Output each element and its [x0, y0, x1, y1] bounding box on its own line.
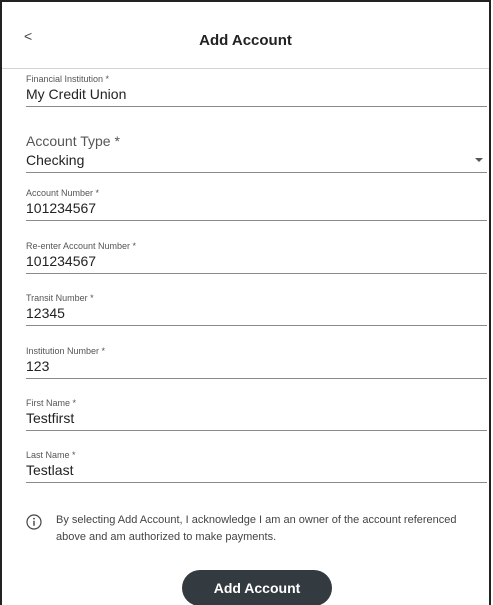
header: < Add Account [2, 2, 489, 69]
info-icon [26, 514, 42, 530]
account-type-label: Account Type * [26, 133, 120, 149]
financial-institution-value[interactable]: My Credit Union [26, 86, 487, 106]
transit-number-label: Transit Number * [26, 293, 94, 303]
first-name-value[interactable]: Testfirst [26, 410, 487, 430]
page-title: Add Account [199, 32, 292, 49]
account-number-field[interactable]: Account Number * 101234567 [26, 188, 487, 221]
institution-number-value[interactable]: 123 [26, 358, 487, 378]
financial-institution-label: Financial Institution * [26, 74, 110, 84]
account-type-value[interactable]: Checking [26, 152, 487, 172]
transit-number-field[interactable]: Transit Number * 12345 [26, 293, 487, 326]
account-number-label: Account Number * [26, 188, 100, 198]
chevron-down-icon[interactable] [475, 158, 483, 162]
reenter-account-number-label: Re-enter Account Number * [26, 241, 137, 251]
account-number-value[interactable]: 101234567 [26, 200, 487, 220]
reenter-account-number-field[interactable]: Re-enter Account Number * 101234567 [26, 241, 487, 274]
account-type-select[interactable]: Account Type * Checking [26, 133, 487, 173]
transit-number-value[interactable]: 12345 [26, 305, 487, 325]
add-account-button[interactable]: Add Account [182, 570, 332, 605]
first-name-field[interactable]: First Name * Testfirst [26, 398, 487, 431]
last-name-field[interactable]: Last Name * Testlast [26, 450, 487, 483]
add-account-screen: < Add Account Financial Institution * My… [0, 0, 491, 605]
financial-institution-field[interactable]: Financial Institution * My Credit Union [26, 74, 487, 107]
first-name-label: First Name * [26, 398, 77, 408]
last-name-label: Last Name * [26, 450, 76, 460]
institution-number-label: Institution Number * [26, 346, 106, 356]
institution-number-field[interactable]: Institution Number * 123 [26, 346, 487, 379]
authorization-notice: By selecting Add Account, I acknowledge … [26, 512, 466, 546]
notice-text: By selecting Add Account, I acknowledge … [56, 514, 457, 543]
last-name-value[interactable]: Testlast [26, 462, 487, 482]
reenter-account-number-value[interactable]: 101234567 [26, 253, 487, 273]
